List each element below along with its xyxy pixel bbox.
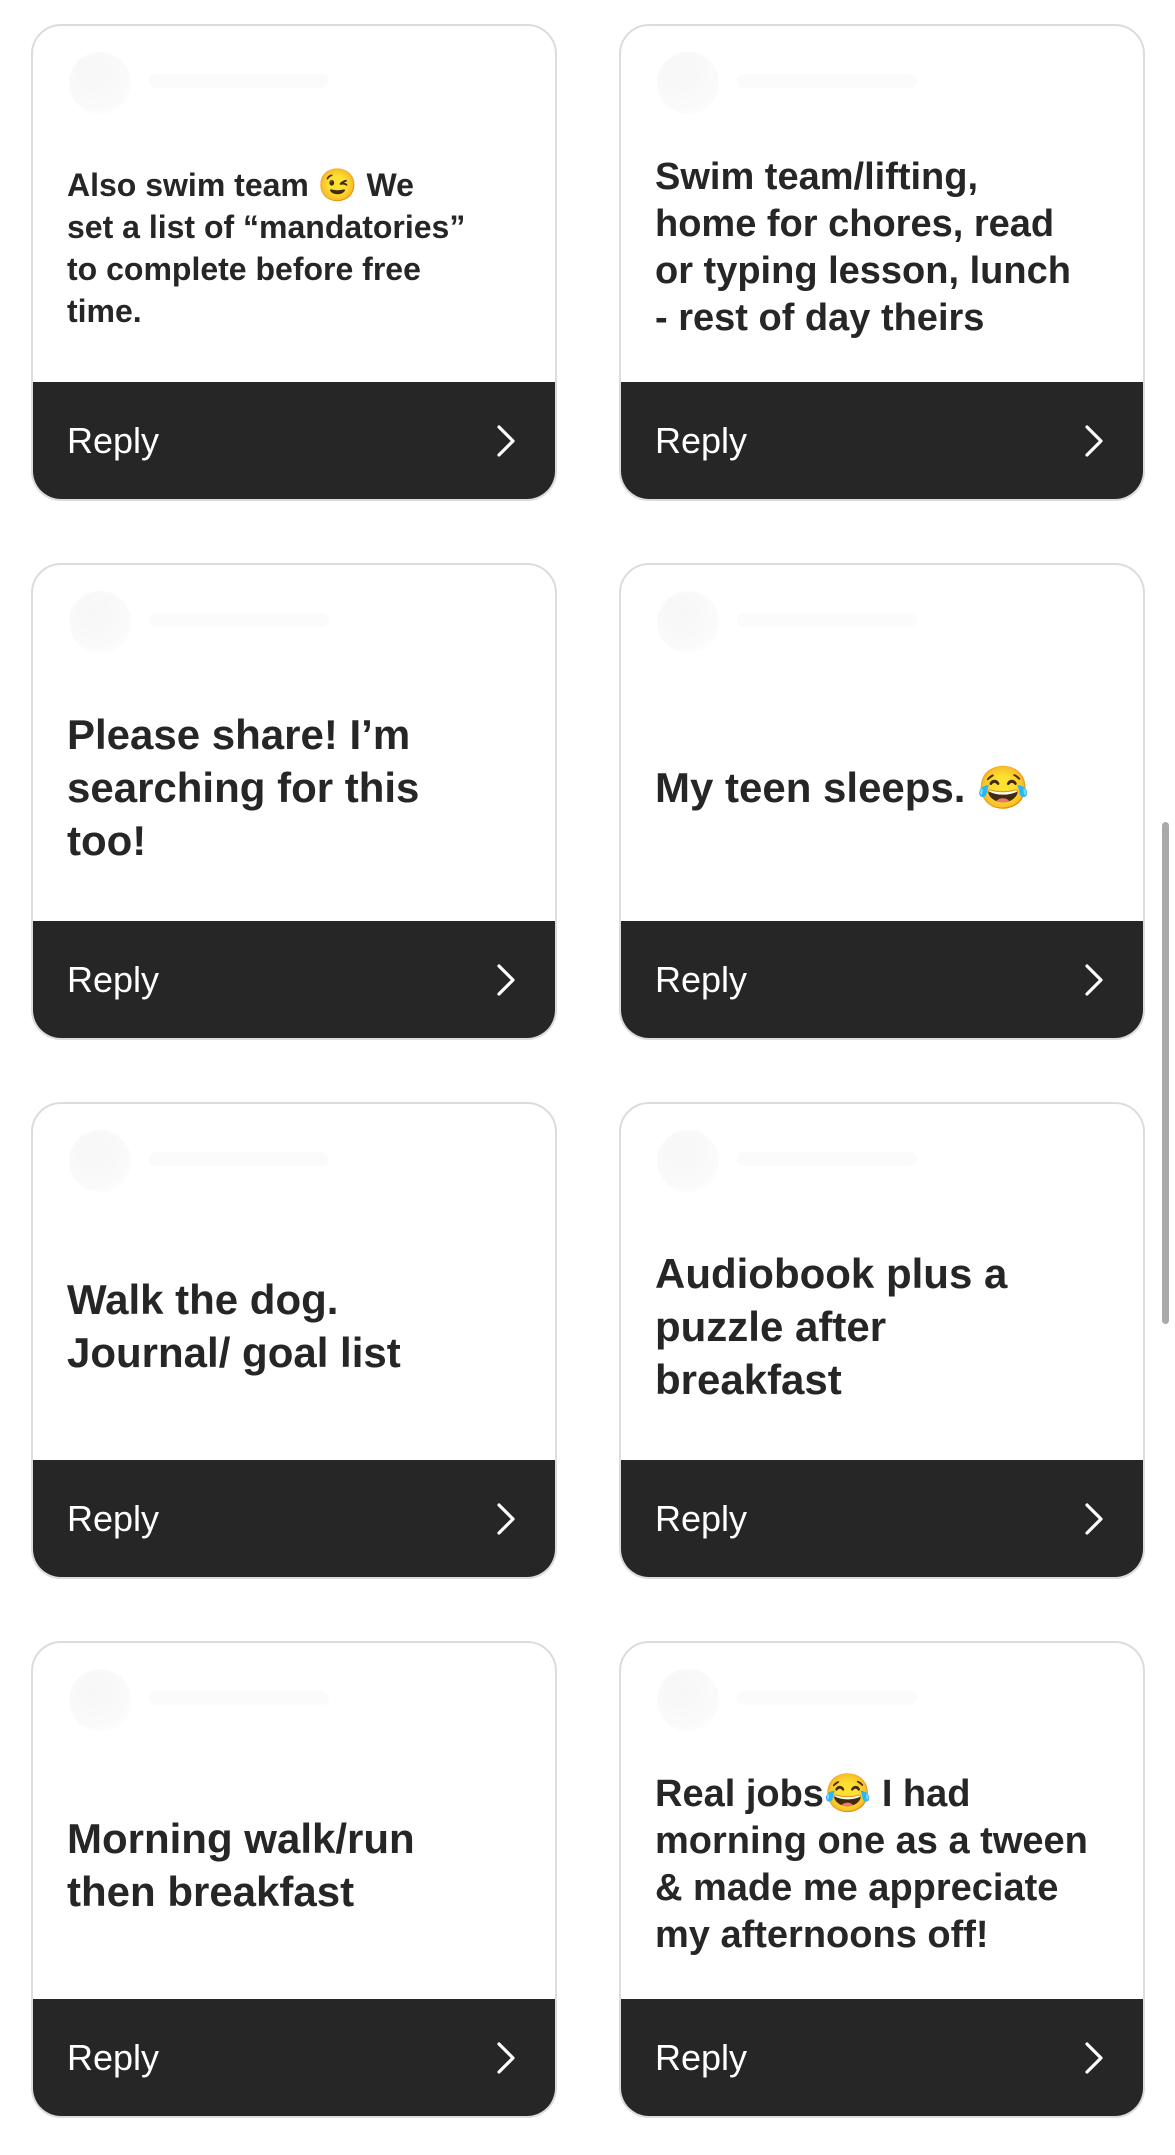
reply-message: Walk the dog. Journal/ goal list	[67, 1276, 401, 1376]
chevron-right-icon	[1085, 963, 1103, 996]
reply-label: Reply	[67, 958, 160, 1000]
reply-message: Please share! I’m searching for this too…	[67, 710, 420, 864]
reply-message: Real jobs😂 I had morning one as a tween …	[655, 1773, 1088, 1956]
chevron-right-icon	[1085, 2041, 1103, 2074]
avatar	[69, 1130, 131, 1192]
reply-message: Also swim team 😉 We set a list of “manda…	[67, 167, 466, 329]
reply-button[interactable]: Reply	[33, 1460, 555, 1577]
card-header	[621, 26, 1143, 114]
card-header	[33, 26, 555, 114]
reply-label: Reply	[67, 419, 160, 461]
reply-card: Walk the dog. Journal/ goal list Reply	[31, 1102, 557, 1579]
reply-label: Reply	[655, 2036, 748, 2078]
avatar	[657, 591, 719, 653]
card-body: Please share! I’m searching for this too…	[33, 653, 555, 921]
reply-button[interactable]: Reply	[33, 382, 555, 499]
reply-button[interactable]: Reply	[621, 921, 1143, 1038]
username-placeholder	[149, 1152, 329, 1166]
avatar	[657, 52, 719, 114]
card-body: Audiobook plus a puzzle after breakfast	[621, 1192, 1143, 1460]
card-header	[33, 565, 555, 653]
username-placeholder	[737, 613, 917, 627]
vertical-scrollbar[interactable]	[1162, 822, 1169, 1324]
chevron-right-icon	[1085, 1502, 1103, 1535]
chevron-right-icon	[497, 424, 515, 457]
card-header	[621, 1643, 1143, 1731]
card-body: Also swim team 😉 We set a list of “manda…	[33, 114, 555, 382]
username-placeholder	[149, 613, 329, 627]
card-body: Swim team/lifting, home for chores, read…	[621, 114, 1143, 382]
chevron-right-icon	[497, 963, 515, 996]
reply-card: Also swim team 😉 We set a list of “manda…	[31, 24, 557, 501]
reply-card: Real jobs😂 I had morning one as a tween …	[619, 1641, 1145, 2118]
card-header	[33, 1104, 555, 1192]
avatar	[69, 1669, 131, 1731]
card-header	[621, 565, 1143, 653]
reply-button[interactable]: Reply	[33, 921, 555, 1038]
reply-button[interactable]: Reply	[621, 382, 1143, 499]
username-placeholder	[737, 1152, 917, 1166]
reply-label: Reply	[655, 958, 748, 1000]
reply-button[interactable]: Reply	[33, 1999, 555, 2116]
reply-button[interactable]: Reply	[621, 1999, 1143, 2116]
avatar	[657, 1130, 719, 1192]
reply-message: Audiobook plus a puzzle after breakfast	[655, 1249, 1008, 1403]
card-body: Morning walk/run then breakfast	[33, 1731, 555, 1999]
reply-card: My teen sleeps. 😂 Reply	[619, 563, 1145, 1040]
chevron-right-icon	[497, 2041, 515, 2074]
reply-message: Morning walk/run then breakfast	[67, 1815, 415, 1915]
card-body: My teen sleeps. 😂	[621, 653, 1143, 921]
reply-message: Swim team/lifting, home for chores, read…	[655, 156, 1071, 339]
reply-label: Reply	[655, 1497, 748, 1539]
card-header	[33, 1643, 555, 1731]
avatar	[69, 591, 131, 653]
reply-card: Please share! I’m searching for this too…	[31, 563, 557, 1040]
avatar	[69, 52, 131, 114]
username-placeholder	[149, 1691, 329, 1705]
reply-card: Audiobook plus a puzzle after breakfast …	[619, 1102, 1145, 1579]
reply-button[interactable]: Reply	[621, 1460, 1143, 1577]
reply-card: Swim team/lifting, home for chores, read…	[619, 24, 1145, 501]
username-placeholder	[737, 74, 917, 88]
reply-label: Reply	[67, 2036, 160, 2078]
story-replies-grid: Also swim team 😉 We set a list of “manda…	[31, 24, 1145, 2118]
avatar	[657, 1669, 719, 1731]
username-placeholder	[737, 1691, 917, 1705]
card-header	[621, 1104, 1143, 1192]
reply-label: Reply	[655, 419, 748, 461]
reply-message: My teen sleeps. 😂	[655, 763, 1030, 811]
reply-card: Morning walk/run then breakfast Reply	[31, 1641, 557, 2118]
card-body: Real jobs😂 I had morning one as a tween …	[621, 1731, 1143, 1999]
card-body: Walk the dog. Journal/ goal list	[33, 1192, 555, 1460]
chevron-right-icon	[497, 1502, 515, 1535]
reply-label: Reply	[67, 1497, 160, 1539]
username-placeholder	[149, 74, 329, 88]
chevron-right-icon	[1085, 424, 1103, 457]
